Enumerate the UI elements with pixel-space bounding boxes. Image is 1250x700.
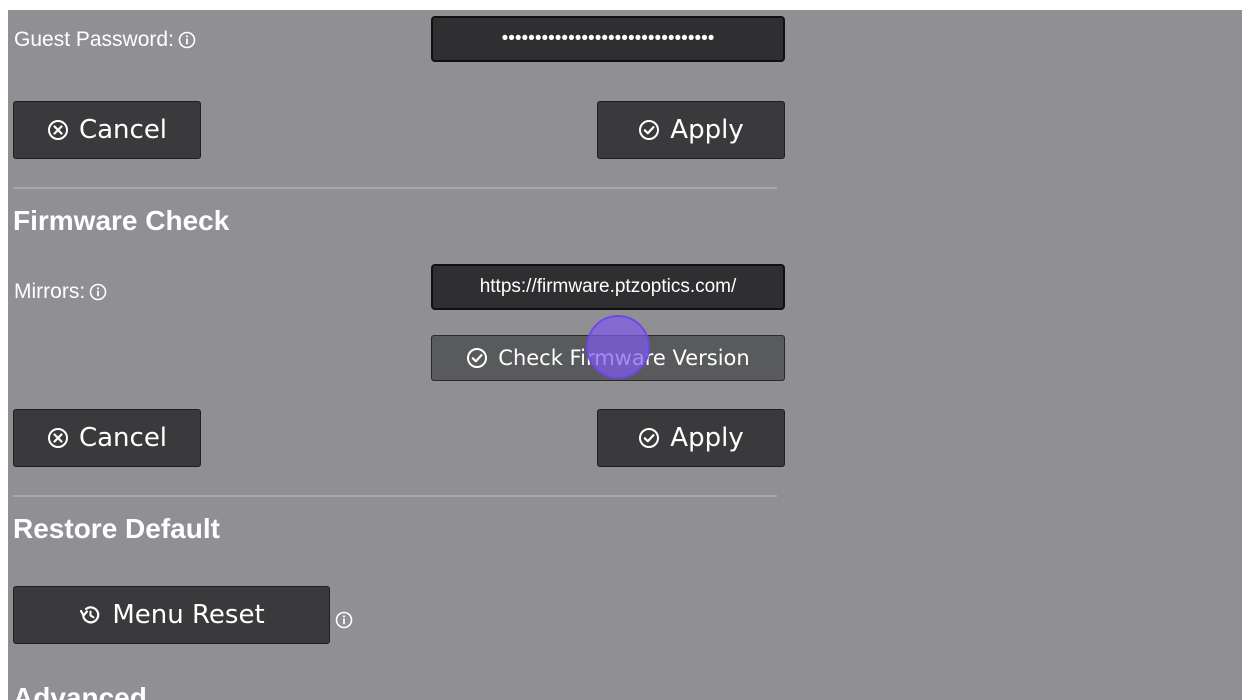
cancel-circle-x-icon	[47, 120, 68, 140]
info-icon[interactable]	[335, 611, 353, 629]
check-circle-icon	[467, 348, 488, 368]
firmware-apply-button[interactable]: Apply	[597, 409, 785, 467]
info-icon[interactable]	[89, 283, 107, 301]
section-divider	[13, 187, 777, 189]
menu-reset-label: Menu Reset	[112, 600, 265, 630]
settings-panel: Guest Password: Cancel Apply Firmware Ch…	[8, 10, 1242, 700]
firmware-check-heading: Firmware Check	[13, 205, 230, 236]
cancel-button[interactable]: Cancel	[13, 101, 201, 159]
guest-password-row: Guest Password:	[14, 28, 196, 52]
mirrors-url-field[interactable]	[431, 264, 785, 310]
menu-reset-button[interactable]: Menu Reset	[13, 586, 330, 644]
guest-password-field[interactable]	[431, 16, 785, 62]
restore-default-heading: Restore Default	[13, 513, 220, 544]
mirrors-row: Mirrors:	[14, 280, 107, 304]
check-circle-icon	[639, 428, 660, 448]
history-reset-icon	[80, 606, 100, 624]
apply-button[interactable]: Apply	[597, 101, 785, 159]
cancel-circle-x-icon	[47, 428, 68, 448]
check-circle-icon	[639, 120, 660, 140]
advanced-heading: Advanced	[13, 682, 147, 700]
apply-button-label: Apply	[670, 115, 744, 145]
cancel-button-label: Cancel	[78, 115, 168, 145]
mirrors-label: Mirrors:	[14, 280, 86, 303]
check-firmware-version-label: Check Firmware Version	[498, 346, 750, 370]
firmware-cancel-label: Cancel	[78, 423, 168, 453]
firmware-apply-label: Apply	[670, 423, 744, 453]
firmware-cancel-button[interactable]: Cancel	[13, 409, 201, 467]
guest-password-label: Guest Password:	[14, 28, 174, 51]
section-divider	[13, 495, 777, 497]
info-icon[interactable]	[178, 31, 196, 49]
check-firmware-version-button[interactable]: Check Firmware Version	[431, 335, 785, 381]
